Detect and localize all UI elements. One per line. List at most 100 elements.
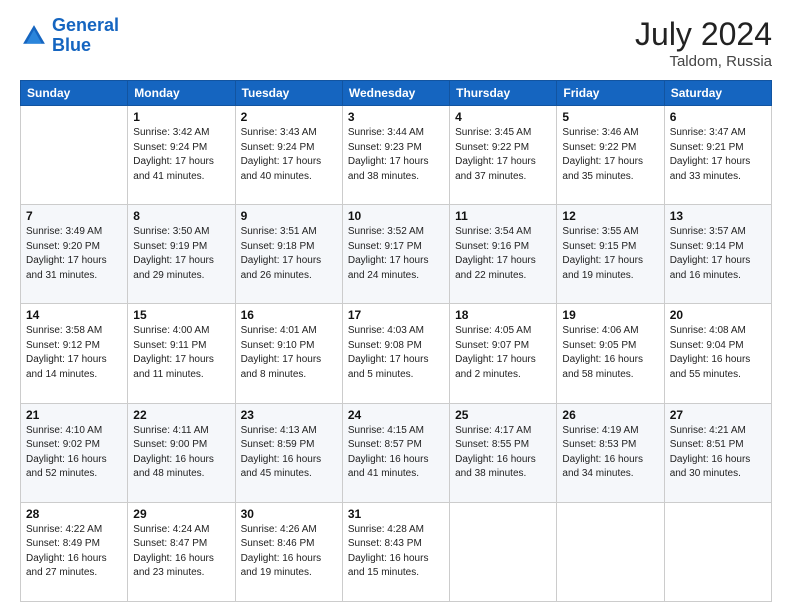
day-cell: 5 Sunrise: 3:46 AMSunset: 9:22 PMDaylight…: [557, 106, 664, 205]
day-info: Sunrise: 3:42 AMSunset: 9:24 PMDaylight:…: [133, 126, 229, 184]
day-number: 25: [455, 408, 551, 422]
week-row-2: 7 Sunrise: 3:49 AMSunset: 9:20 PMDaylight…: [21, 205, 772, 304]
day-number: 14: [26, 308, 122, 322]
day-info: Sunrise: 3:47 AMSunset: 9:21 PMDaylight:…: [670, 126, 766, 184]
day-info: Sunrise: 3:46 AMSunset: 9:22 PMDaylight:…: [562, 126, 658, 184]
day-info: Sunrise: 3:58 AMSunset: 9:12 PMDaylight:…: [26, 324, 122, 382]
day-number: 29: [133, 507, 229, 521]
day-info: Sunrise: 4:01 AMSunset: 9:10 PMDaylight:…: [241, 324, 337, 382]
day-cell: [450, 502, 557, 601]
day-number: 22: [133, 408, 229, 422]
day-number: 5: [562, 110, 658, 124]
day-cell: 17 Sunrise: 4:03 AMSunset: 9:08 PMDayligh…: [342, 304, 449, 403]
header-cell-monday: Monday: [128, 81, 235, 106]
day-number: 2: [241, 110, 337, 124]
day-cell: 8Sunrise: 3:50 AMSunset: 9:19 PMDaylight…: [128, 205, 235, 304]
day-info: Sunrise: 3:45 AMSunset: 9:22 PMDaylight:…: [455, 126, 551, 184]
day-cell: 23Sunrise: 4:13 AMSunset: 8:59 PMDayligh…: [235, 403, 342, 502]
day-info: Sunrise: 4:06 AMSunset: 9:05 PMDaylight:…: [562, 324, 658, 382]
logo-icon: [20, 22, 48, 50]
day-info: Sunrise: 4:15 AMSunset: 8:57 PMDaylight:…: [348, 424, 444, 482]
header-row: SundayMondayTuesdayWednesdayThursdayFrid…: [21, 81, 772, 106]
header-cell-friday: Friday: [557, 81, 664, 106]
day-number: 18: [455, 308, 551, 322]
day-cell: [664, 502, 771, 601]
day-cell: 11Sunrise: 3:54 AMSunset: 9:16 PMDayligh…: [450, 205, 557, 304]
day-cell: [21, 106, 128, 205]
week-row-4: 21Sunrise: 4:10 AMSunset: 9:02 PMDayligh…: [21, 403, 772, 502]
logo-blue: Blue: [52, 35, 91, 55]
day-info: Sunrise: 4:28 AMSunset: 8:43 PMDaylight:…: [348, 523, 444, 581]
logo-text: General Blue: [52, 16, 119, 56]
day-info: Sunrise: 4:10 AMSunset: 9:02 PMDaylight:…: [26, 424, 122, 482]
day-cell: 27Sunrise: 4:21 AMSunset: 8:51 PMDayligh…: [664, 403, 771, 502]
day-number: 19: [562, 308, 658, 322]
day-cell: 2 Sunrise: 3:43 AMSunset: 9:24 PMDaylight…: [235, 106, 342, 205]
day-cell: 7 Sunrise: 3:49 AMSunset: 9:20 PMDaylight…: [21, 205, 128, 304]
header: General Blue July 2024 Taldom, Russia: [20, 16, 772, 70]
day-info: Sunrise: 3:49 AMSunset: 9:20 PMDaylight:…: [26, 225, 122, 283]
day-cell: 21Sunrise: 4:10 AMSunset: 9:02 PMDayligh…: [21, 403, 128, 502]
day-cell: 1 Sunrise: 3:42 AMSunset: 9:24 PMDaylight…: [128, 106, 235, 205]
day-cell: 14 Sunrise: 3:58 AMSunset: 9:12 PMDayligh…: [21, 304, 128, 403]
day-cell: 31 Sunrise: 4:28 AMSunset: 8:43 PMDayligh…: [342, 502, 449, 601]
calendar-table: SundayMondayTuesdayWednesdayThursdayFrid…: [20, 80, 772, 602]
day-info: Sunrise: 4:08 AMSunset: 9:04 PMDaylight:…: [670, 324, 766, 382]
day-cell: 16Sunrise: 4:01 AMSunset: 9:10 PMDayligh…: [235, 304, 342, 403]
week-row-5: 28 Sunrise: 4:22 AMSunset: 8:49 PMDayligh…: [21, 502, 772, 601]
day-number: 20: [670, 308, 766, 322]
day-number: 31: [348, 507, 444, 521]
day-cell: 13 Sunrise: 3:57 AMSunset: 9:14 PMDayligh…: [664, 205, 771, 304]
day-info: Sunrise: 4:03 AMSunset: 9:08 PMDaylight:…: [348, 324, 444, 382]
logo: General Blue: [20, 16, 119, 56]
day-number: 12: [562, 209, 658, 223]
location-title: Taldom, Russia: [635, 53, 772, 70]
day-number: 7: [26, 209, 122, 223]
day-number: 1: [133, 110, 229, 124]
day-cell: 10Sunrise: 3:52 AMSunset: 9:17 PMDayligh…: [342, 205, 449, 304]
day-cell: 3 Sunrise: 3:44 AMSunset: 9:23 PMDaylight…: [342, 106, 449, 205]
day-cell: 30 Sunrise: 4:26 AMSunset: 8:46 PMDayligh…: [235, 502, 342, 601]
day-number: 6: [670, 110, 766, 124]
day-info: Sunrise: 3:51 AMSunset: 9:18 PMDaylight:…: [241, 225, 337, 283]
day-cell: 6 Sunrise: 3:47 AMSunset: 9:21 PMDaylight…: [664, 106, 771, 205]
header-cell-sunday: Sunday: [21, 81, 128, 106]
day-number: 17: [348, 308, 444, 322]
title-block: July 2024 Taldom, Russia: [635, 16, 772, 70]
day-cell: 26Sunrise: 4:19 AMSunset: 8:53 PMDayligh…: [557, 403, 664, 502]
day-number: 9: [241, 209, 337, 223]
day-info: Sunrise: 3:54 AMSunset: 9:16 PMDaylight:…: [455, 225, 551, 283]
day-info: Sunrise: 3:50 AMSunset: 9:19 PMDaylight:…: [133, 225, 229, 283]
day-number: 28: [26, 507, 122, 521]
day-number: 26: [562, 408, 658, 422]
day-info: Sunrise: 4:21 AMSunset: 8:51 PMDaylight:…: [670, 424, 766, 482]
month-title: July 2024: [635, 16, 772, 53]
day-info: Sunrise: 4:00 AMSunset: 9:11 PMDaylight:…: [133, 324, 229, 382]
day-info: Sunrise: 4:05 AMSunset: 9:07 PMDaylight:…: [455, 324, 551, 382]
header-cell-tuesday: Tuesday: [235, 81, 342, 106]
day-info: Sunrise: 3:44 AMSunset: 9:23 PMDaylight:…: [348, 126, 444, 184]
day-cell: 18 Sunrise: 4:05 AMSunset: 9:07 PMDayligh…: [450, 304, 557, 403]
day-number: 24: [348, 408, 444, 422]
day-number: 4: [455, 110, 551, 124]
day-number: 15: [133, 308, 229, 322]
page: General Blue July 2024 Taldom, Russia Su…: [0, 0, 792, 612]
day-cell: 25Sunrise: 4:17 AMSunset: 8:55 PMDayligh…: [450, 403, 557, 502]
day-cell: 12Sunrise: 3:55 AMSunset: 9:15 PMDayligh…: [557, 205, 664, 304]
day-cell: 22Sunrise: 4:11 AMSunset: 9:00 PMDayligh…: [128, 403, 235, 502]
day-number: 30: [241, 507, 337, 521]
day-number: 3: [348, 110, 444, 124]
day-number: 13: [670, 209, 766, 223]
day-info: Sunrise: 4:24 AMSunset: 8:47 PMDaylight:…: [133, 523, 229, 581]
day-info: Sunrise: 4:26 AMSunset: 8:46 PMDaylight:…: [241, 523, 337, 581]
day-cell: 28 Sunrise: 4:22 AMSunset: 8:49 PMDayligh…: [21, 502, 128, 601]
day-info: Sunrise: 3:43 AMSunset: 9:24 PMDaylight:…: [241, 126, 337, 184]
day-number: 10: [348, 209, 444, 223]
day-cell: 4 Sunrise: 3:45 AMSunset: 9:22 PMDaylight…: [450, 106, 557, 205]
week-row-3: 14 Sunrise: 3:58 AMSunset: 9:12 PMDayligh…: [21, 304, 772, 403]
day-info: Sunrise: 3:57 AMSunset: 9:14 PMDaylight:…: [670, 225, 766, 283]
day-info: Sunrise: 4:13 AMSunset: 8:59 PMDaylight:…: [241, 424, 337, 482]
day-info: Sunrise: 4:22 AMSunset: 8:49 PMDaylight:…: [26, 523, 122, 581]
day-cell: 20 Sunrise: 4:08 AMSunset: 9:04 PMDayligh…: [664, 304, 771, 403]
logo-general: General: [52, 15, 119, 35]
